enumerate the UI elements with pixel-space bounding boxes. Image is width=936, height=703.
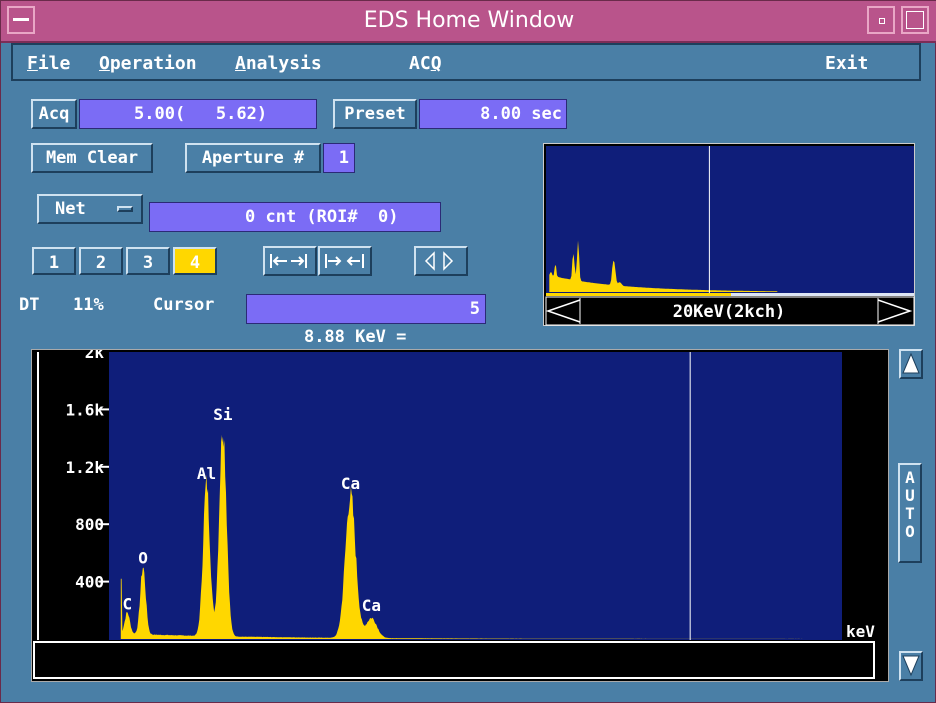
menu-file-label: ile (37, 53, 71, 74)
eds-home-window: EDS Home Window File Operation Analysis … (0, 0, 936, 703)
overview-zoom-window[interactable] (546, 293, 731, 296)
peak-label: O (138, 549, 148, 568)
cursor-label: Cursor (153, 295, 215, 315)
compress-range-button[interactable] (318, 246, 372, 276)
y-tick-label: 2k (85, 350, 105, 362)
menu-analysis[interactable]: Analysis (235, 53, 322, 74)
peak-label: Ca (362, 596, 381, 615)
net-label: Net (55, 199, 86, 219)
memory-tab-2[interactable]: 2 (79, 247, 123, 275)
menu-file[interactable]: File (27, 53, 70, 74)
minimize-button[interactable] (867, 6, 895, 34)
menu-acq[interactable]: ACQ (409, 53, 442, 74)
spectrum-chart: 2k1.6k1.2k800400 2.004.006.008.0010.00 C… (33, 350, 875, 679)
left-right-arrows-icon (424, 251, 454, 271)
expand-range-icon (270, 254, 307, 268)
option-menu-indicator-icon (117, 206, 133, 212)
roi-count-field: 0 cnt (ROI# 0) (149, 202, 441, 232)
spectrum-panel: 2k1.6k1.2k800400 2.004.006.008.0010.00 C… (31, 349, 889, 682)
mem-clear-button[interactable]: Mem Clear (31, 143, 153, 173)
dt-label: DT (19, 295, 40, 315)
peak-label: Si (213, 405, 233, 424)
overview-spectrum: 20KeV(2kch) (545, 146, 915, 326)
aperture-field[interactable]: 1 (323, 143, 355, 173)
minimize-icon (879, 18, 885, 24)
auto-scale-button[interactable]: A U T O (898, 463, 922, 563)
menu-bar: File Operation Analysis ACQ Exit (11, 43, 921, 81)
down-arrow-icon (902, 655, 920, 677)
cursor-value: 8.88 KeV = (303, 327, 407, 347)
title-bar: EDS Home Window (1, 1, 936, 43)
aperture-button[interactable]: Aperture # (185, 143, 321, 173)
menu-operation[interactable]: Operation (99, 53, 197, 74)
memory-tab-4[interactable]: 4 (173, 247, 217, 275)
up-arrow-icon (902, 352, 920, 374)
memory-tab-3[interactable]: 3 (126, 247, 170, 275)
y-tick-label: 1.6k (65, 400, 104, 419)
peak-label: Al (197, 464, 216, 483)
maximize-icon (906, 11, 924, 29)
x-axis-bar (33, 641, 875, 679)
compress-range-icon (325, 254, 364, 268)
acq-field: 5.00( 5.62) (79, 99, 317, 129)
overview-plot-area (546, 146, 914, 294)
shift-spectrum-button[interactable] (414, 246, 468, 276)
cursor-count: 5 (469, 299, 480, 319)
preset-field[interactable]: 8.00 sec (419, 99, 567, 129)
y-tick-label: 1.2k (65, 458, 104, 477)
memory-tab-1[interactable]: 1 (32, 247, 76, 275)
expand-range-button[interactable] (263, 246, 317, 276)
scale-down-button[interactable] (899, 651, 923, 681)
peak-label: C (123, 594, 133, 613)
net-option-menu[interactable]: Net (37, 194, 143, 224)
scale-up-button[interactable] (899, 349, 923, 379)
dt-value: 11% (73, 295, 104, 315)
maximize-button[interactable] (901, 6, 929, 34)
menu-exit[interactable]: Exit (825, 53, 868, 74)
cursor-field: 8.88 KeV = 5 (246, 294, 486, 347)
overview-panel: 20KeV(2kch) (543, 143, 915, 326)
window-title: EDS Home Window (363, 8, 575, 33)
preset-button[interactable]: Preset (333, 99, 417, 129)
x-axis-unit: keV (846, 622, 875, 641)
acq-button[interactable]: Acq (31, 99, 77, 129)
overview-range-label: 20KeV(2kch) (673, 302, 786, 322)
peak-label: Ca (341, 474, 360, 493)
